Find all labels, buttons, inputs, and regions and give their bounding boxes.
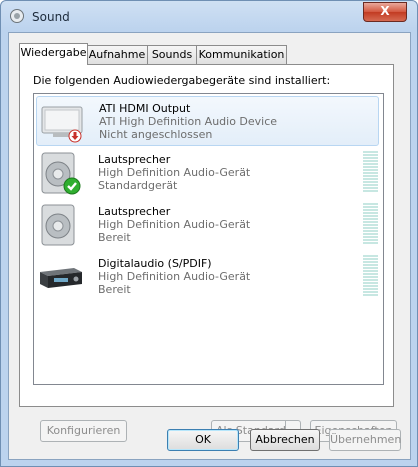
window-title: Sound xyxy=(32,10,70,24)
device-name: Digitalaudio (S/PDIF) xyxy=(98,257,212,270)
speaker-icon xyxy=(41,204,75,246)
dialog-body: Wiedergabe Aufnahme Sounds Kommunikation… xyxy=(8,32,411,460)
device-status: Bereit xyxy=(98,231,131,244)
device-name: ATI HDMI Output xyxy=(99,102,191,115)
sound-dialog: Sound X Wiedergabe Aufnahme Sounds Kommu… xyxy=(0,0,418,467)
device-item-spdif[interactable]: Digitalaudio (S/PDIF) High Definition Au… xyxy=(36,252,379,302)
device-name: Lautsprecher xyxy=(98,153,171,166)
sound-app-icon xyxy=(10,9,24,23)
device-item-speaker-default[interactable]: Lautsprecher High Definition Audio-Gerät… xyxy=(36,148,379,198)
apply-button[interactable]: Übernehmen xyxy=(329,429,401,451)
level-meter xyxy=(363,203,378,245)
level-meter xyxy=(363,255,378,297)
device-name: Lautsprecher xyxy=(98,205,171,218)
device-status: Bereit xyxy=(98,283,131,296)
tab-wiedergabe[interactable]: Wiedergabe xyxy=(19,43,88,65)
devices-heading: Die folgenden Audiowiedergabegeräte sind… xyxy=(33,74,331,87)
device-driver: ATI High Definition Audio Device xyxy=(99,115,278,128)
hdmi-monitor-icon xyxy=(41,106,83,143)
title-bar[interactable]: Sound X xyxy=(1,1,417,33)
device-driver: High Definition Audio-Gerät xyxy=(98,166,251,179)
playback-panel: Die folgenden Audiowiedergabegeräte sind… xyxy=(19,64,397,442)
ok-button[interactable]: OK xyxy=(167,429,239,451)
device-item-hdmi[interactable]: ATI HDMI Output ATI High Definition Audi… xyxy=(36,96,379,146)
tab-kommunikation[interactable]: Kommunikation xyxy=(196,45,287,64)
level-meter xyxy=(363,151,378,193)
speaker-icon xyxy=(41,152,81,195)
tab-aufnahme[interactable]: Aufnahme xyxy=(86,45,148,64)
digital-receiver-icon xyxy=(40,268,82,288)
device-list[interactable]: ATI HDMI Output ATI High Definition Audi… xyxy=(33,93,384,385)
device-status: Standardgerät xyxy=(98,179,178,192)
cancel-button[interactable]: Abbrechen xyxy=(250,429,320,451)
device-driver: High Definition Audio-Gerät xyxy=(98,218,251,231)
device-driver: High Definition Audio-Gerät xyxy=(98,270,251,283)
device-status: Nicht angeschlossen xyxy=(99,128,213,141)
configure-button[interactable]: Konfigurieren xyxy=(40,420,127,442)
device-item-speaker[interactable]: Lautsprecher High Definition Audio-Gerät… xyxy=(36,200,379,250)
close-button[interactable]: X xyxy=(363,2,407,22)
tab-sounds[interactable]: Sounds xyxy=(147,45,197,64)
